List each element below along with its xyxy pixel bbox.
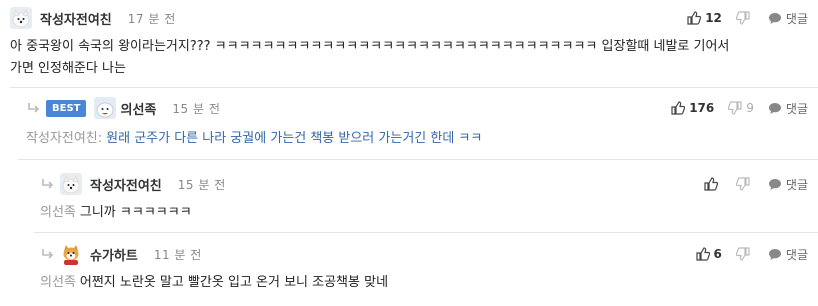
like-button[interactable] <box>704 177 722 191</box>
white-dog-avatar[interactable] <box>94 97 117 119</box>
comment-text-line: 가면 인정해준다 나는 <box>10 61 126 76</box>
speech-bubble-icon <box>768 179 781 190</box>
dislike-button[interactable] <box>735 247 754 261</box>
dislike-count: 9 <box>746 101 754 115</box>
comment-header: 작성자전여친 15 분 전 <box>40 172 226 196</box>
speech-bubble-icon <box>768 13 781 24</box>
mention-tag[interactable]: 의선족 <box>40 275 76 290</box>
like-count: 6 <box>713 247 722 261</box>
comment-body: 의선족 어쩐지 노란옷 말고 빨간옷 입고 온거 보니 조공책봉 맞네 <box>40 272 388 294</box>
like-count: 176 <box>689 101 715 115</box>
shiba-avatar[interactable] <box>60 243 82 265</box>
reply-arrow-icon <box>42 249 54 259</box>
mention-tag[interactable]: 작성자전여친: <box>26 131 102 146</box>
thumbs-up-icon <box>704 177 718 191</box>
thumbs-down-icon <box>735 11 750 25</box>
thumbs-down-icon <box>728 101 742 115</box>
dislike-button[interactable]: 9 <box>728 101 754 115</box>
thumbs-up-icon <box>687 11 702 25</box>
dislike-button[interactable] <box>735 177 754 191</box>
reply-label: 댓글 <box>785 101 808 116</box>
comment-body: 작성자전여친: 원래 군주가 다른 나라 궁궐에 가는건 책봉 받으러 가는거긴 … <box>26 128 482 150</box>
speech-bubble-icon <box>768 103 781 114</box>
comment-actions: 6 댓글 <box>695 242 808 266</box>
author-name[interactable]: 작성자전여친 <box>40 9 112 28</box>
comment-body: 아 중국왕이 속국의 왕이라는거지??? ㅋㅋㅋㅋㅋㅋㅋㅋㅋㅋㅋㅋㅋㅋㅋㅋㅋㅋㅋ… <box>10 36 800 80</box>
author-name[interactable]: 의선족 <box>120 99 156 118</box>
reply-button[interactable]: 댓글 <box>768 100 808 117</box>
best-badge: BEST <box>46 99 87 117</box>
reply-label: 댓글 <box>785 247 808 262</box>
comment-item: 슈가하트 11 분 전 6 댓글 의선족 어쩐지 노란옷 말고 빨간옷 입고 온거… <box>0 232 818 306</box>
white-dog-avatar[interactable] <box>60 173 82 195</box>
speech-bubble-icon <box>768 249 781 260</box>
white-dog-avatar[interactable] <box>10 7 32 29</box>
author-name[interactable]: 작성자전여친 <box>90 175 162 194</box>
comment-text-line: 아 중국왕이 속국의 왕이라는거지??? ㅋㅋㅋㅋㅋㅋㅋㅋㅋㅋㅋㅋㅋㅋㅋㅋㅋㅋㅋ… <box>10 39 730 54</box>
comment-item: BEST 의선족 15 분 전 176 9 댓글 작성자전여친: 원래 군주가 다… <box>0 88 818 160</box>
comment-header: BEST 의선족 15 분 전 <box>26 96 220 120</box>
comment-body: 의선족 그니까 ㅋㅋㅋㅋㅋㅋ <box>40 202 192 224</box>
reply-label: 댓글 <box>785 177 808 192</box>
comment-header: 작성자전여친 17 분 전 <box>10 6 176 30</box>
timestamp: 15 분 전 <box>177 177 226 192</box>
comment-header: 슈가하트 11 분 전 <box>40 242 202 266</box>
like-button[interactable]: 12 <box>687 11 722 25</box>
comment-actions: 12 댓글 <box>687 6 808 30</box>
like-button[interactable]: 6 <box>695 247 722 261</box>
comment-text: 어쩐지 노란옷 말고 빨간옷 입고 온거 보니 조공책봉 맞네 <box>79 275 389 290</box>
author-name[interactable]: 슈가하트 <box>90 245 138 264</box>
thumbs-up-icon <box>695 247 710 261</box>
like-button[interactable]: 176 <box>671 101 714 115</box>
comment-item: 작성자전여친 15 분 전 댓글 의선족 그니까 ㅋㅋㅋㅋㅋㅋ <box>0 160 818 233</box>
reply-arrow-icon <box>42 179 54 189</box>
dislike-button[interactable] <box>735 11 754 25</box>
reply-button[interactable]: 댓글 <box>768 10 808 27</box>
reply-button[interactable]: 댓글 <box>768 176 808 193</box>
like-count: 12 <box>705 11 722 25</box>
thumbs-down-icon <box>735 247 750 261</box>
comment-text: 원래 군주가 다른 나라 궁궐에 가는건 책봉 받으러 가는거긴 한데 ㅋㅋ <box>106 131 483 146</box>
comment-actions: 176 9 댓글 <box>671 96 808 120</box>
thumbs-up-icon <box>671 101 686 115</box>
reply-label: 댓글 <box>785 11 808 26</box>
comment-text: 그니까 ㅋㅋㅋㅋㅋㅋ <box>79 205 192 220</box>
comment-actions: 댓글 <box>704 172 808 196</box>
reply-button[interactable]: 댓글 <box>768 246 808 263</box>
timestamp: 17 분 전 <box>127 11 176 26</box>
reply-arrow-icon <box>28 103 40 113</box>
timestamp: 15 분 전 <box>172 101 221 116</box>
comment-item: 작성자전여친 17 분 전 12 댓글 아 중국왕이 속국의 왕이라는거지???… <box>0 0 818 88</box>
timestamp: 11 분 전 <box>153 247 202 262</box>
thumbs-down-icon <box>735 177 750 191</box>
mention-tag[interactable]: 의선족 <box>40 205 76 220</box>
